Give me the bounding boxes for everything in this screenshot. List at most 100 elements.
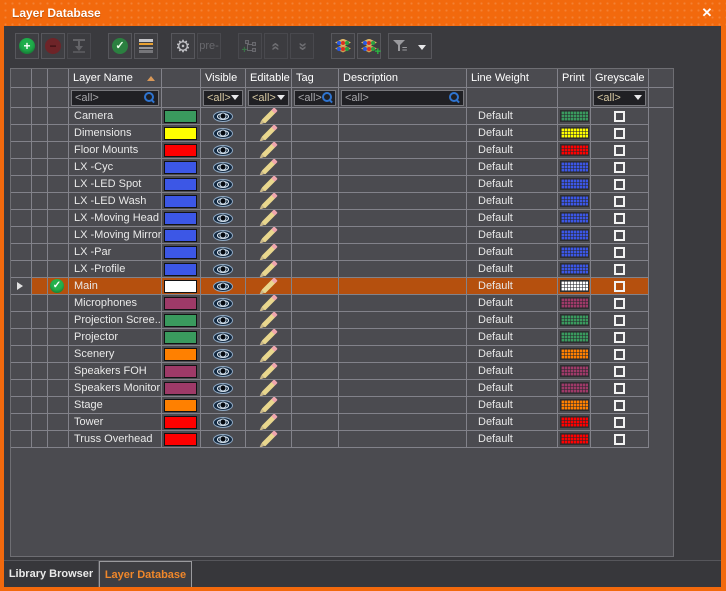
editable-cell[interactable]	[246, 431, 292, 448]
editable-cell[interactable]	[246, 278, 292, 295]
greyscale-checkbox[interactable]	[614, 417, 625, 428]
line-weight-cell[interactable]: Default	[467, 261, 558, 278]
greyscale-cell[interactable]	[591, 261, 649, 278]
close-icon[interactable]: ✕	[698, 5, 716, 21]
print-pattern-swatch[interactable]	[560, 314, 589, 326]
layer-color-cell[interactable]	[162, 295, 201, 312]
layer-name-cell[interactable]: Camera	[69, 108, 162, 125]
print-pattern-swatch[interactable]	[560, 110, 589, 122]
print-cell[interactable]	[558, 312, 591, 329]
layer-color-cell[interactable]	[162, 108, 201, 125]
print-cell[interactable]	[558, 193, 591, 210]
apply-button[interactable]: ✓	[108, 33, 132, 59]
color-swatch[interactable]	[164, 195, 197, 208]
color-swatch[interactable]	[164, 399, 197, 412]
col-visible-header[interactable]: Visible	[201, 69, 246, 87]
col-greyscale-header[interactable]: Greyscale	[591, 69, 649, 87]
greyscale-cell[interactable]	[591, 193, 649, 210]
greyscale-checkbox[interactable]	[614, 298, 625, 309]
description-cell[interactable]	[339, 431, 467, 448]
add-layer-button[interactable]: +	[15, 33, 39, 59]
print-cell[interactable]	[558, 380, 591, 397]
visible-cell[interactable]	[201, 227, 246, 244]
greyscale-cell[interactable]	[591, 278, 649, 295]
line-weight-cell[interactable]: Default	[467, 142, 558, 159]
description-cell[interactable]	[339, 159, 467, 176]
greyscale-checkbox[interactable]	[614, 247, 625, 258]
editable-cell[interactable]	[246, 380, 292, 397]
eye-icon[interactable]	[213, 315, 233, 326]
layer-name-cell[interactable]: Projection Scree...	[69, 312, 162, 329]
greyscale-checkbox[interactable]	[614, 349, 625, 360]
tag-cell[interactable]	[292, 244, 339, 261]
eye-icon[interactable]	[213, 281, 233, 292]
pencil-icon[interactable]	[261, 398, 275, 412]
line-weight-cell[interactable]: Default	[467, 431, 558, 448]
print-cell[interactable]	[558, 210, 591, 227]
eye-icon[interactable]	[213, 366, 233, 377]
col-tag-header[interactable]: Tag	[292, 69, 339, 87]
layer-color-cell[interactable]	[162, 312, 201, 329]
description-cell[interactable]	[339, 125, 467, 142]
description-cell[interactable]	[339, 329, 467, 346]
greyscale-checkbox[interactable]	[614, 315, 625, 326]
visible-cell[interactable]	[201, 261, 246, 278]
line-weight-cell[interactable]: Default	[467, 312, 558, 329]
description-cell[interactable]	[339, 312, 467, 329]
layer-name-cell[interactable]: Stage	[69, 397, 162, 414]
description-cell[interactable]	[339, 414, 467, 431]
tag-cell[interactable]	[292, 278, 339, 295]
eye-icon[interactable]	[213, 213, 233, 224]
line-weight-cell[interactable]: Default	[467, 210, 558, 227]
eye-icon[interactable]	[213, 196, 233, 207]
greyscale-filter-dropdown[interactable]: <all>	[593, 90, 646, 106]
table-row[interactable]: ✓ Main Default	[11, 278, 673, 295]
layer-name-filter-input[interactable]: <all>	[71, 90, 159, 106]
greyscale-cell[interactable]	[591, 244, 649, 261]
tab-library-browser[interactable]: Library Browser	[4, 561, 99, 587]
eye-icon[interactable]	[213, 162, 233, 173]
tag-cell[interactable]	[292, 312, 339, 329]
greyscale-cell[interactable]	[591, 329, 649, 346]
line-weight-cell[interactable]: Default	[467, 397, 558, 414]
table-row[interactable]: ✓ Speakers Monitor Default	[11, 380, 673, 397]
print-cell[interactable]	[558, 261, 591, 278]
layer-name-cell[interactable]: Projector	[69, 329, 162, 346]
greyscale-cell[interactable]	[591, 346, 649, 363]
title-bar[interactable]: Layer Database ✕	[0, 0, 726, 26]
layer-color-cell[interactable]	[162, 142, 201, 159]
table-row[interactable]: ✓ Floor Mounts Default	[11, 142, 673, 159]
layer-color-cell[interactable]	[162, 380, 201, 397]
visible-filter-dropdown[interactable]: <all>	[203, 90, 243, 106]
col-color-header[interactable]	[162, 69, 201, 87]
table-row[interactable]: ✓ Microphones Default	[11, 295, 673, 312]
description-cell[interactable]	[339, 227, 467, 244]
pencil-icon[interactable]	[261, 211, 275, 225]
print-cell[interactable]	[558, 431, 591, 448]
table-row[interactable]: ✓ Dimensions Default	[11, 125, 673, 142]
color-swatch[interactable]	[164, 144, 197, 157]
tag-cell[interactable]	[292, 227, 339, 244]
visible-cell[interactable]	[201, 397, 246, 414]
color-swatch[interactable]	[164, 314, 197, 327]
greyscale-cell[interactable]	[591, 380, 649, 397]
eye-icon[interactable]	[213, 434, 233, 445]
print-cell[interactable]	[558, 227, 591, 244]
tab-layer-database[interactable]: Layer Database	[99, 561, 192, 587]
print-cell[interactable]	[558, 142, 591, 159]
print-cell[interactable]	[558, 176, 591, 193]
move-up-button[interactable]: «	[264, 33, 288, 59]
color-swatch[interactable]	[164, 263, 197, 276]
eye-icon[interactable]	[213, 264, 233, 275]
greyscale-checkbox[interactable]	[614, 383, 625, 394]
layer-color-cell[interactable]	[162, 227, 201, 244]
print-pattern-swatch[interactable]	[560, 348, 589, 360]
visible-cell[interactable]	[201, 414, 246, 431]
layer-colors-button[interactable]	[331, 33, 355, 59]
print-pattern-swatch[interactable]	[560, 246, 589, 258]
description-cell[interactable]	[339, 295, 467, 312]
greyscale-cell[interactable]	[591, 125, 649, 142]
eye-icon[interactable]	[213, 145, 233, 156]
tag-cell[interactable]	[292, 142, 339, 159]
greyscale-cell[interactable]	[591, 431, 649, 448]
